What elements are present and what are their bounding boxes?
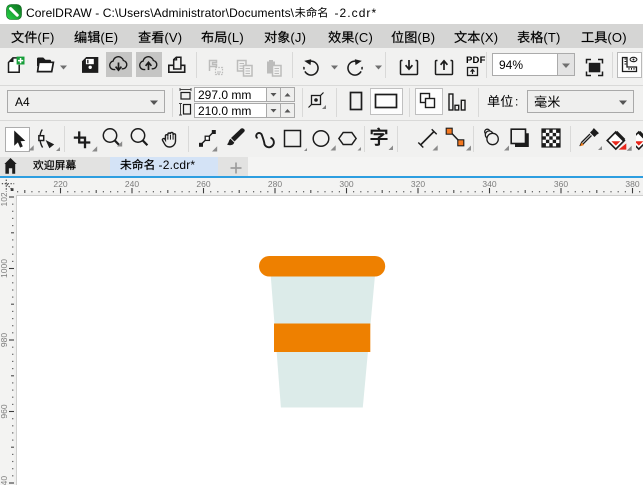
svg-text:(F): (F) — [37, 30, 54, 45]
svg-text:260: 260 — [196, 179, 210, 189]
svg-text:320: 320 — [411, 179, 425, 189]
svg-text:980: 980 — [0, 333, 9, 347]
svg-text:(X): (X) — [480, 30, 498, 45]
svg-text:280: 280 — [268, 179, 282, 189]
svg-text:(V): (V) — [164, 30, 182, 45]
svg-text:(T): (T) — [544, 30, 561, 45]
svg-text:960: 960 — [0, 404, 9, 418]
svg-text:1000: 1000 — [0, 259, 9, 278]
svg-text:(B): (B) — [417, 30, 435, 45]
svg-text:220: 220 — [53, 179, 67, 189]
svg-text:1020: 1020 — [0, 193, 9, 206]
svg-text:(L): (L) — [227, 30, 244, 45]
svg-text:(O): (O) — [607, 30, 626, 45]
svg-text:940: 940 — [0, 476, 9, 485]
svg-text:(C): (C) — [354, 30, 373, 45]
svg-text:360: 360 — [554, 179, 568, 189]
svg-text:340: 340 — [482, 179, 496, 189]
svg-text:(E): (E) — [101, 30, 119, 45]
svg-text:(J): (J) — [291, 30, 307, 45]
svg-text::: : — [515, 94, 518, 108]
svg-text:-2.cdr*: -2.cdr* — [155, 158, 195, 172]
svg-text:380: 380 — [625, 179, 639, 189]
svg-text:300: 300 — [339, 179, 353, 189]
svg-text:240: 240 — [125, 179, 139, 189]
